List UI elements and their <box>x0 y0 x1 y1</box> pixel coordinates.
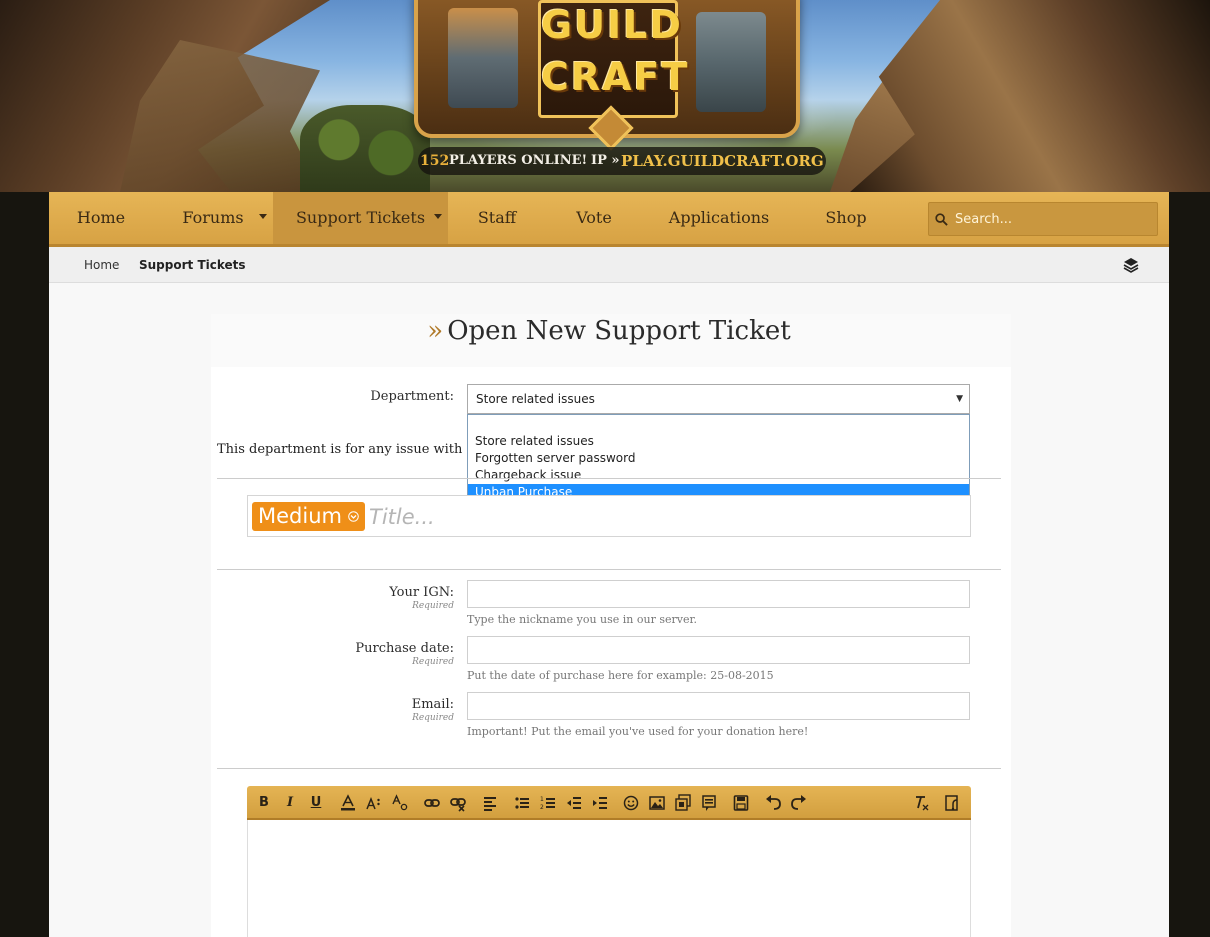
logo-plate: GUILD CRAFT <box>538 0 690 118</box>
undo-icon[interactable] <box>765 794 781 812</box>
caret-down-icon[interactable] <box>434 214 442 219</box>
nav-item-forums[interactable]: Forums <box>153 192 273 244</box>
svg-text:1: 1 <box>540 796 544 803</box>
title-raquo: » <box>427 316 444 346</box>
divider <box>217 569 1001 570</box>
logo-character-left <box>448 8 518 108</box>
ticket-title-row: Medium <box>247 495 971 537</box>
ign-required-note: Required <box>412 601 454 611</box>
link-icon[interactable] <box>424 794 440 812</box>
nav-search-box[interactable] <box>928 202 1158 236</box>
priority-value: Medium <box>258 504 342 528</box>
media-icon[interactable] <box>675 794 691 812</box>
breadcrumb-item-home[interactable]: Home <box>84 247 119 283</box>
department-option[interactable]: Forgotten server password <box>468 450 969 467</box>
ign-label: Your IGN: <box>389 585 454 600</box>
align-left-icon[interactable] <box>482 794 498 812</box>
logo-text-line-2: CRAFT <box>541 55 690 99</box>
page-title-text: Open New Support Ticket <box>447 316 791 346</box>
save-icon[interactable] <box>733 794 749 812</box>
purchase-date-label: Purchase date: <box>355 641 454 656</box>
image-icon[interactable] <box>649 794 665 812</box>
header-banner: GUILD CRAFT 152 PLAYERS ONLINE! IP » PLA… <box>0 0 1210 192</box>
ign-help-text: Type the nickname you use in our server. <box>467 613 698 626</box>
font-color-icon[interactable] <box>340 794 356 812</box>
caret-down-icon[interactable] <box>259 214 267 219</box>
outdent-icon[interactable] <box>566 794 582 812</box>
nav-item-label: Staff <box>477 208 517 227</box>
emoji-icon[interactable] <box>623 794 639 812</box>
department-description: This department is for any issue with ou… <box>217 442 505 457</box>
nav-item-vote[interactable]: Vote <box>546 192 642 244</box>
main-navigation: Home Forums Support Tickets Staff Vote A… <box>49 192 1169 247</box>
source-icon[interactable] <box>944 794 960 812</box>
layers-icon[interactable] <box>1123 257 1139 273</box>
clear-format-icon[interactable] <box>913 794 929 812</box>
indent-icon[interactable] <box>592 794 608 812</box>
editor-text-area[interactable] <box>247 820 971 937</box>
nav-item-label: Applications <box>668 208 770 227</box>
nav-item-support-tickets[interactable]: Support Tickets <box>273 192 448 244</box>
email-field[interactable] <box>467 692 970 720</box>
purchase-date-input[interactable] <box>467 636 970 664</box>
logo-character-right <box>696 12 766 112</box>
banner-cliff-right <box>850 0 1210 192</box>
department-select[interactable]: Store related issues ▼ <box>467 384 970 414</box>
banner-trees <box>300 105 430 192</box>
email-label: Email: <box>411 697 454 712</box>
search-icon <box>935 213 948 226</box>
purchase-date-help-text: Put the date of purchase here for exampl… <box>467 669 774 682</box>
bullet-list-icon[interactable] <box>514 794 530 812</box>
chevron-down-icon: ▼ <box>956 394 963 404</box>
quote-icon[interactable] <box>701 794 717 812</box>
email-help-text: Important! Put the email you've used for… <box>467 725 809 738</box>
subscript-icon[interactable] <box>392 794 408 812</box>
search-input[interactable] <box>955 203 1155 235</box>
svg-text:2: 2 <box>540 804 544 811</box>
department-label: Department: <box>370 389 454 404</box>
editor-toolbar: B I U 12 <box>247 786 971 820</box>
nav-item-label: Vote <box>576 208 612 227</box>
underline-icon[interactable]: U <box>309 794 323 812</box>
players-online-label: PLAYERS ONLINE! <box>449 153 588 168</box>
message-editor: B I U 12 <box>247 786 971 937</box>
department-selected-value: Store related issues <box>476 392 595 406</box>
ign-input[interactable] <box>467 580 970 608</box>
server-ip-label: IP » <box>591 153 620 168</box>
superscript-icon[interactable] <box>366 794 382 812</box>
department-option[interactable]: Store related issues <box>468 433 969 450</box>
nav-item-staff[interactable]: Staff <box>448 192 546 244</box>
logo-text-line-1: GUILD <box>541 3 683 47</box>
nav-item-applications[interactable]: Applications <box>642 192 796 244</box>
email-required-note: Required <box>412 713 454 723</box>
breadcrumb: Home Support Tickets <box>49 247 1169 283</box>
chevron-down-icon <box>348 511 359 522</box>
server-address[interactable]: PLAY.GUILDCRAFT.ORG <box>621 147 824 175</box>
redo-icon[interactable] <box>791 794 807 812</box>
page-title: » Open New Support Ticket <box>49 316 1169 346</box>
department-option[interactable]: Chargeback issue <box>468 467 969 484</box>
ticket-title-input[interactable] <box>369 502 959 531</box>
unlink-icon[interactable] <box>450 794 466 812</box>
server-status-bar: 152 PLAYERS ONLINE! IP » PLAY.GUILDCRAFT… <box>418 147 826 175</box>
nav-item-label: Home <box>76 208 126 227</box>
priority-select[interactable]: Medium <box>252 502 365 531</box>
nav-item-label: Forums <box>182 208 244 227</box>
department-dropdown-list[interactable]: Store related issues Forgotten server pa… <box>467 414 970 501</box>
purchase-date-required-note: Required <box>412 657 454 667</box>
players-online-count: 152 <box>420 153 450 169</box>
nav-item-label: Support Tickets <box>295 208 426 227</box>
nav-item-shop[interactable]: Shop <box>796 192 896 244</box>
breadcrumb-item-current: Support Tickets <box>139 258 246 272</box>
site-logo[interactable]: GUILD CRAFT <box>414 0 800 151</box>
italic-icon[interactable]: I <box>283 794 297 812</box>
main-panel: Home Forums Support Tickets Staff Vote A… <box>49 192 1169 937</box>
nav-item-home[interactable]: Home <box>49 192 153 244</box>
divider <box>217 478 1001 479</box>
divider <box>217 768 1001 769</box>
nav-item-label: Shop <box>825 208 867 227</box>
bold-icon[interactable]: B <box>257 794 271 812</box>
numbered-list-icon[interactable]: 12 <box>540 794 556 812</box>
